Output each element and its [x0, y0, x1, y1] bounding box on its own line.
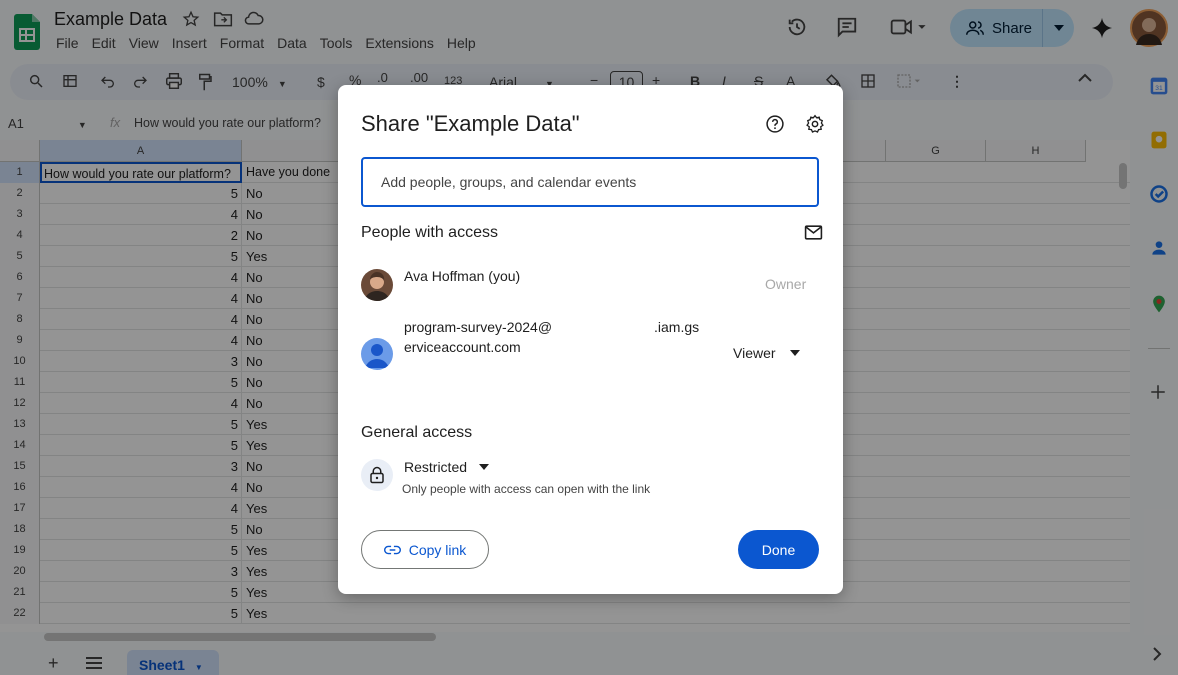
role-label: Viewer: [733, 345, 776, 361]
link-icon: [383, 545, 401, 555]
settings-gear-icon[interactable]: [805, 114, 825, 134]
owner-role: Owner: [765, 276, 807, 292]
general-access-heading: General access: [361, 424, 473, 441]
lock-icon: [361, 459, 393, 491]
caret-down-icon: [789, 350, 800, 356]
dialog-title: Share "Example Data": [361, 111, 580, 136]
service-account-email-part1: program-survey-2024@: [404, 319, 553, 335]
general-access-description: Only people with access can open with th…: [402, 482, 651, 496]
share-dialog: Share "Example Data" People with access …: [338, 85, 843, 594]
copy-link-label: Copy link: [408, 541, 467, 558]
owner-avatar: [361, 269, 393, 301]
copy-link-button[interactable]: Copy link: [361, 530, 489, 569]
caret-down-icon: [479, 464, 490, 470]
people-with-access-heading: People with access: [361, 224, 498, 241]
service-account-email-part2: .iam.gs: [654, 319, 700, 335]
email-icon[interactable]: [804, 224, 823, 241]
add-people-input[interactable]: [361, 157, 819, 207]
service-account-avatar: [361, 338, 393, 370]
owner-name: Ava Hoffman (you): [404, 268, 521, 284]
help-icon[interactable]: [765, 114, 785, 134]
restricted-label: Restricted: [404, 459, 468, 475]
role-dropdown[interactable]: Viewer: [733, 345, 800, 361]
service-account-email-part3: erviceaccount.com: [404, 339, 521, 355]
done-button[interactable]: Done: [738, 530, 819, 569]
general-access-dropdown[interactable]: Restricted: [404, 459, 490, 475]
